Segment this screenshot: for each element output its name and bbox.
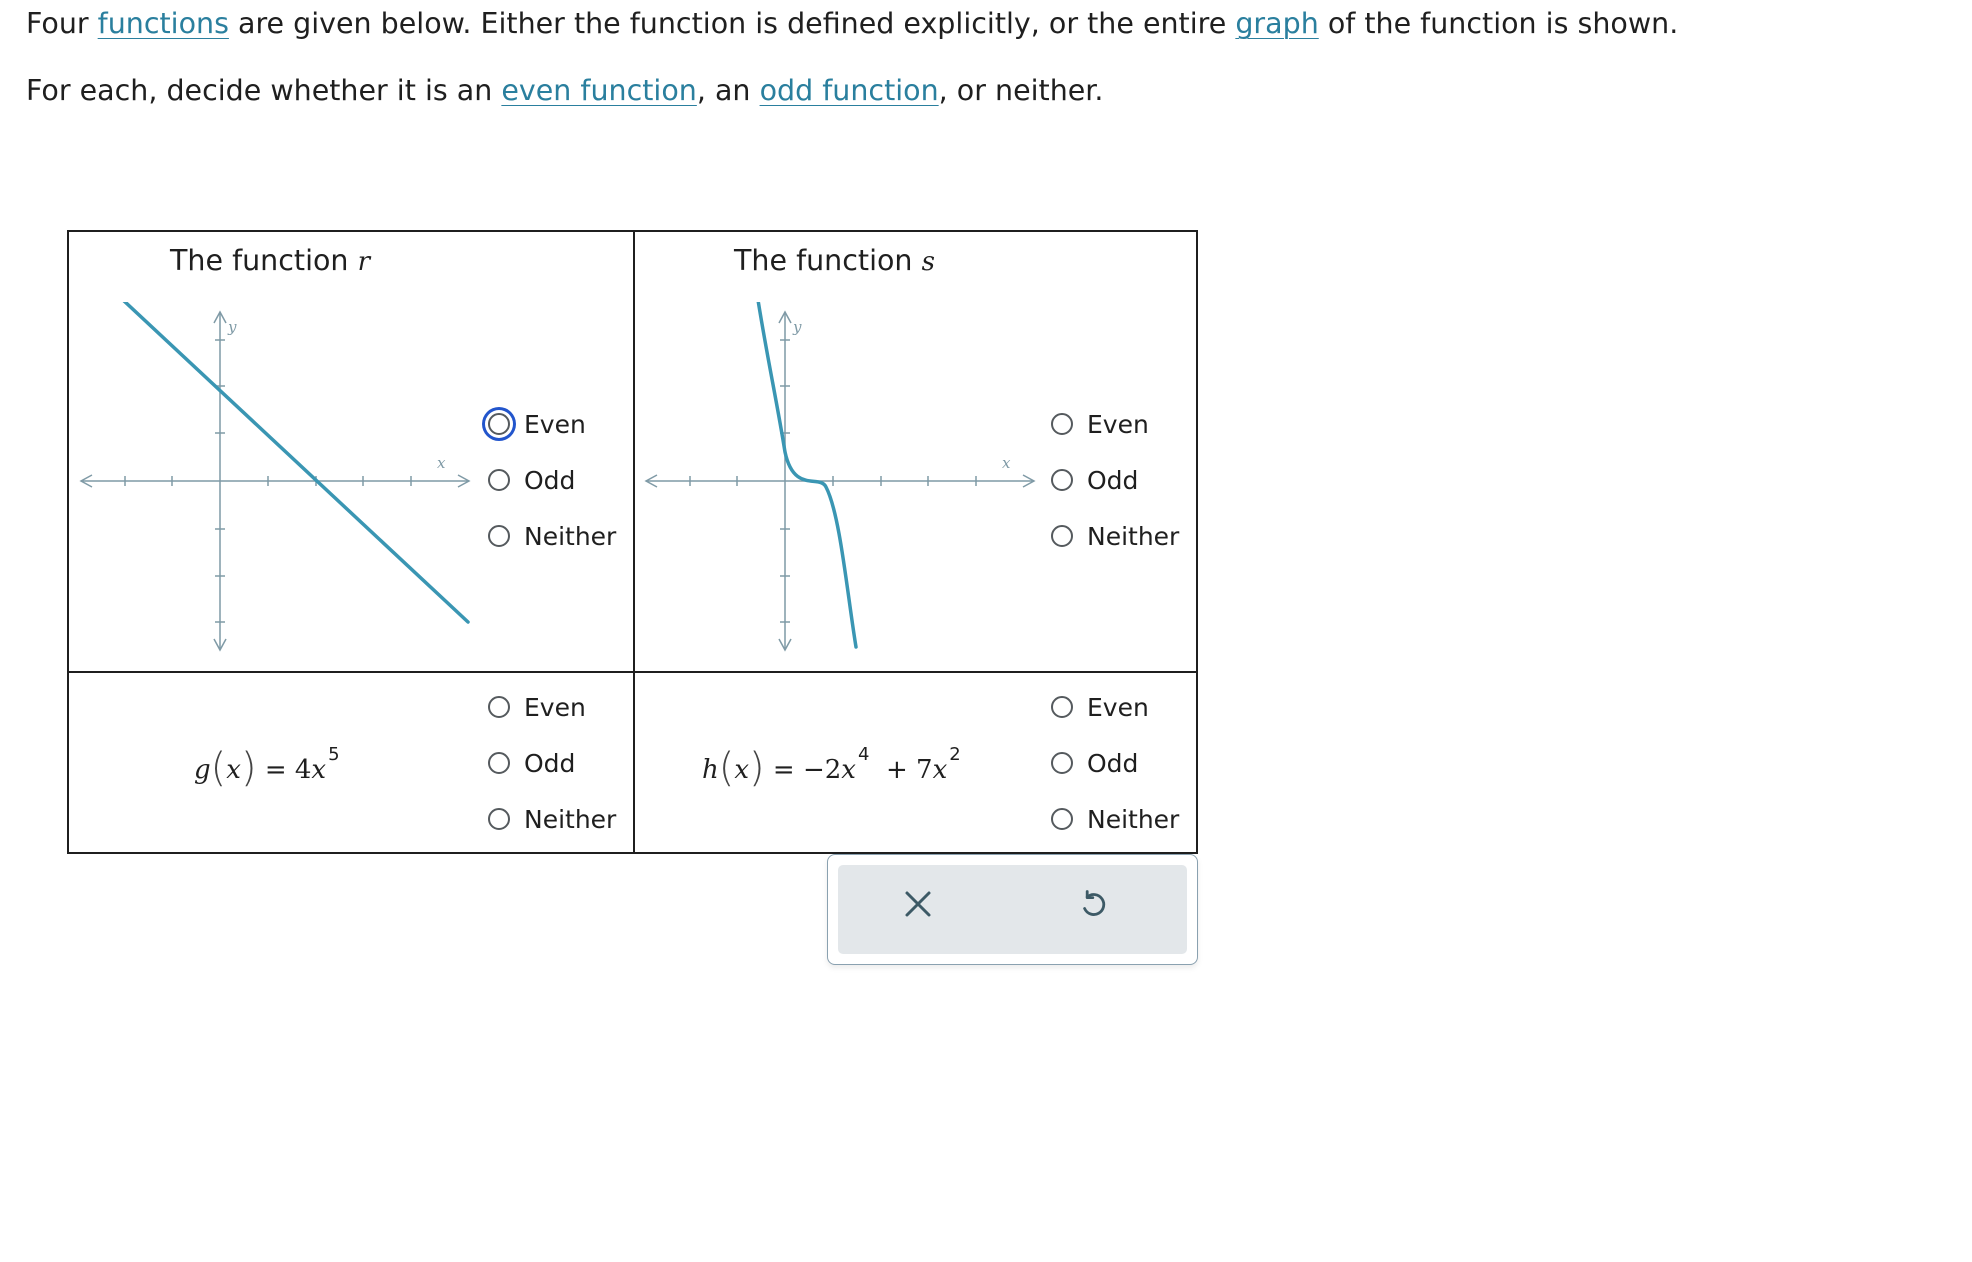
option-label: Neither <box>1087 521 1180 551</box>
function-name: h <box>702 755 719 785</box>
exponent: 4 <box>857 744 870 765</box>
y-axis-label: y <box>792 318 802 336</box>
function-name: s <box>921 247 935 277</box>
h-even-radio[interactable] <box>1051 696 1073 718</box>
r-even-radio[interactable] <box>488 413 510 435</box>
instruction-text: For each, decide whether it is an <box>26 74 502 107</box>
coefficient: 4 <box>294 755 312 785</box>
instruction-line-1: Four functions are given below. Either t… <box>26 6 1678 42</box>
function-r-graph: y x <box>77 302 477 652</box>
option-label: Odd <box>1087 465 1139 495</box>
option-label: Odd <box>524 465 576 495</box>
r-neither-option[interactable]: Neither <box>478 516 616 556</box>
option-label: Odd <box>1087 748 1139 778</box>
s-even-radio[interactable] <box>1051 413 1073 435</box>
title-text: The function <box>734 244 913 277</box>
g-odd-option[interactable]: Odd <box>478 743 575 783</box>
g-even-radio[interactable] <box>488 696 510 718</box>
option-label: Neither <box>524 521 617 551</box>
option-label: Even <box>1087 409 1149 439</box>
option-label: Even <box>1087 692 1149 722</box>
toolbar-panel <box>838 865 1187 954</box>
variable: x <box>841 755 856 785</box>
g-neither-option[interactable]: Neither <box>478 799 616 839</box>
option-label: Neither <box>524 804 617 834</box>
s-neither-option[interactable]: Neither <box>1041 516 1179 556</box>
variable: x <box>226 755 241 785</box>
instruction-text: of the function is shown. <box>1318 7 1679 40</box>
functions-table: The function r y x Even Odd Neither The … <box>67 230 1198 854</box>
answer-toolbar <box>827 854 1198 965</box>
h-odd-radio[interactable] <box>1051 752 1073 774</box>
coefficient: 7 <box>916 755 933 785</box>
g-neither-radio[interactable] <box>488 808 510 830</box>
variable: x <box>932 755 948 785</box>
option-label: Even <box>524 692 586 722</box>
x-axis-label: x <box>437 454 446 472</box>
row-divider <box>69 671 1196 673</box>
s-odd-option[interactable]: Odd <box>1041 460 1138 500</box>
h-neither-radio[interactable] <box>1051 808 1073 830</box>
r-odd-radio[interactable] <box>488 469 510 491</box>
function-s-title: The function s <box>734 244 935 277</box>
x-axis-label: x <box>1002 454 1011 472</box>
exponent: 2 <box>949 744 961 765</box>
s-neither-radio[interactable] <box>1051 525 1073 547</box>
function-h-formula: h(x) = −2x4 + 7x2 <box>702 744 961 791</box>
clear-button[interactable] <box>896 882 940 926</box>
coefficient: −2 <box>802 755 842 785</box>
exponent: 5 <box>328 744 340 765</box>
h-even-option[interactable]: Even <box>1041 687 1149 727</box>
instruction-line-2: For each, decide whether it is an even f… <box>26 73 1103 109</box>
y-axis-label: y <box>227 318 237 336</box>
equals-sign: = <box>264 755 287 785</box>
g-even-option[interactable]: Even <box>478 687 586 727</box>
r-neither-radio[interactable] <box>488 525 510 547</box>
s-even-option[interactable]: Even <box>1041 404 1149 444</box>
s-odd-radio[interactable] <box>1051 469 1073 491</box>
instruction-text: , or neither. <box>938 74 1104 107</box>
function-g-formula: g(x) = 4x5 <box>194 744 340 791</box>
option-label: Neither <box>1087 804 1180 834</box>
function-name: g <box>194 755 211 785</box>
undo-icon <box>1083 890 1106 916</box>
r-even-option[interactable]: Even <box>478 404 586 444</box>
h-neither-option[interactable]: Neither <box>1041 799 1179 839</box>
graph-link[interactable]: graph <box>1235 7 1318 40</box>
variable: x <box>311 755 327 785</box>
title-text: The function <box>170 244 349 277</box>
undo-button[interactable] <box>1071 882 1115 926</box>
column-divider <box>633 232 635 852</box>
function-s-graph: y x <box>642 302 1042 652</box>
function-name: r <box>357 247 370 277</box>
plus-sign: + <box>885 755 908 785</box>
odd-function-link[interactable]: odd function <box>760 74 939 107</box>
close-icon <box>905 891 931 917</box>
variable: x <box>734 755 750 785</box>
option-label: Odd <box>524 748 576 778</box>
function-r-title: The function r <box>170 244 370 277</box>
instruction-text: are given below. Either the function is … <box>228 7 1236 40</box>
instruction-text: Four <box>26 7 98 40</box>
equals-sign: = <box>772 755 795 785</box>
functions-link[interactable]: functions <box>98 7 229 40</box>
option-label: Even <box>524 409 586 439</box>
even-function-link[interactable]: even function <box>501 74 696 107</box>
function-s-curve <box>756 302 858 649</box>
h-odd-option[interactable]: Odd <box>1041 743 1138 783</box>
instruction-text: , an <box>696 74 760 107</box>
r-odd-option[interactable]: Odd <box>478 460 575 500</box>
g-odd-radio[interactable] <box>488 752 510 774</box>
function-r-curve <box>122 302 470 624</box>
